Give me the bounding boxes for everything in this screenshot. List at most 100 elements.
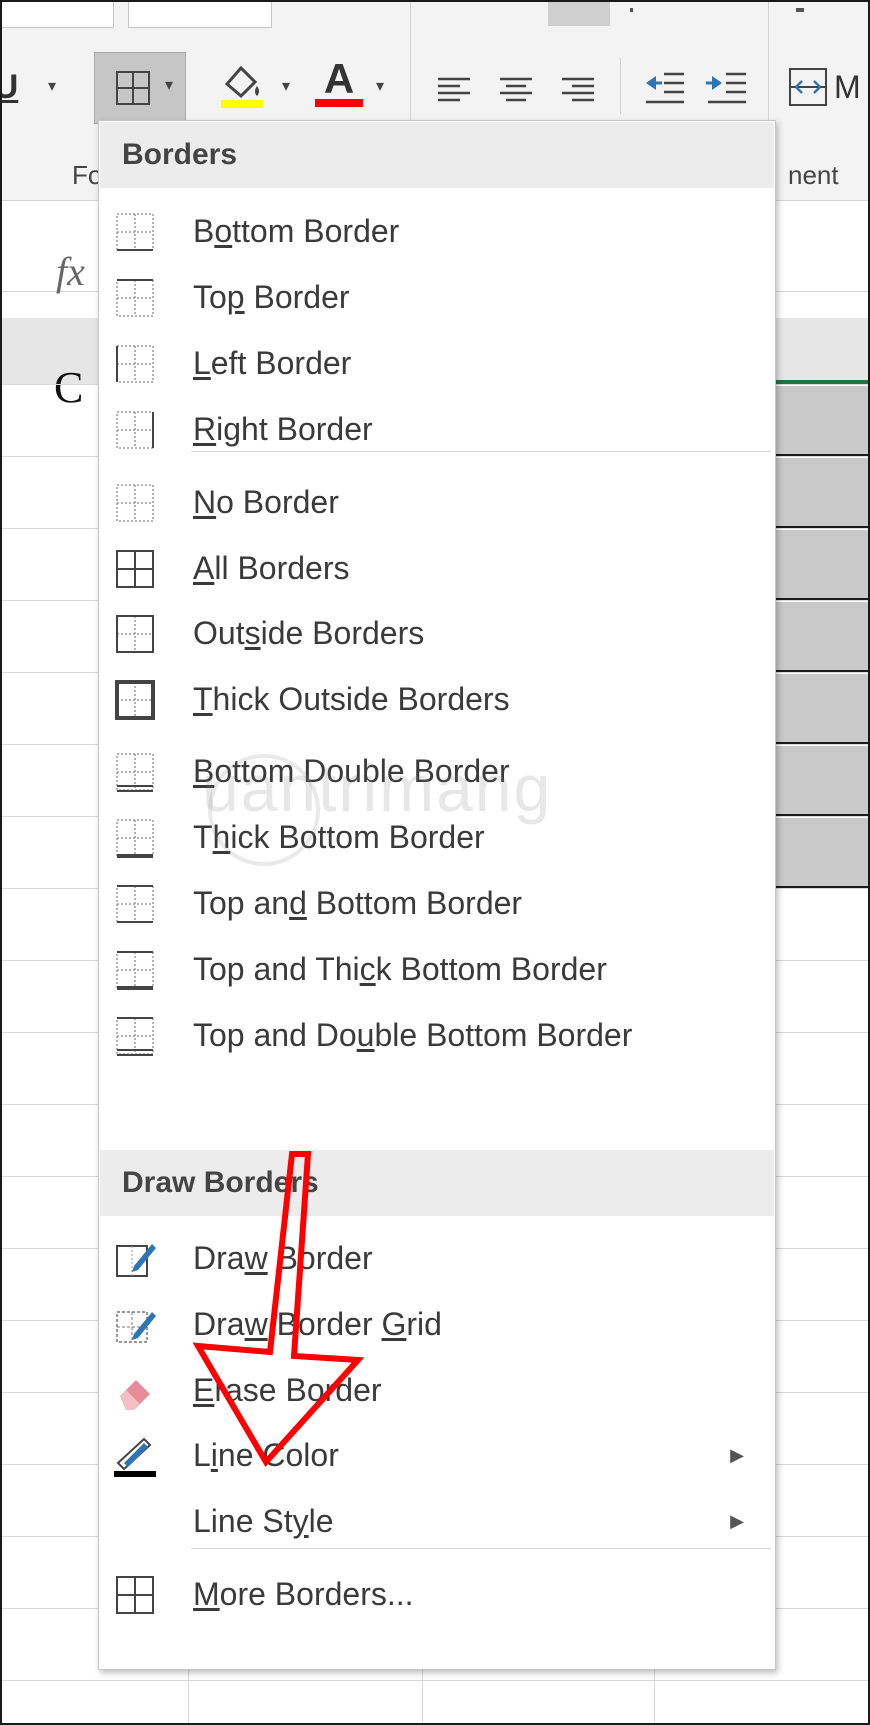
menu-item-top-and-bottom-border[interactable]: Top and Bottom Border xyxy=(100,867,774,939)
selected-cell[interactable] xyxy=(772,602,868,672)
align-center-button[interactable] xyxy=(496,68,536,108)
menu-item-label: Top Border xyxy=(193,278,350,315)
insert-function-button[interactable]: fx xyxy=(56,248,85,295)
menu-item-label: Thick Outside Borders xyxy=(193,680,510,717)
merge-icon xyxy=(789,68,827,106)
menu-item-label: Line Color xyxy=(193,1436,339,1473)
outside-borders-icon xyxy=(116,615,154,653)
no-border-icon xyxy=(116,484,154,522)
bottom-border-icon xyxy=(116,213,154,251)
borders-dropdown-menu: Borders Bottom Border Top Border Left Bord… xyxy=(98,120,776,1670)
menu-item-top-and-thick-bottom-border[interactable]: Top and Thick Bottom Border xyxy=(100,933,774,1005)
submenu-arrow-icon: ▶ xyxy=(730,1510,744,1531)
borders-section-header: Borders xyxy=(100,122,774,188)
column-header-c[interactable]: C xyxy=(54,362,83,413)
all-borders-icon xyxy=(116,550,154,588)
font-color-dropdown-icon[interactable]: ▾ xyxy=(376,76,384,96)
align-center-icon xyxy=(500,77,532,102)
menu-item-label: Draw Border xyxy=(193,1239,373,1276)
watermark-text: uantrimang xyxy=(202,751,553,825)
borders-icon xyxy=(116,71,150,105)
top-and-bottom-border-icon xyxy=(116,885,154,923)
align-left-button[interactable] xyxy=(434,68,474,108)
menu-item-label: Draw Border Grid xyxy=(193,1305,442,1342)
left-border-icon xyxy=(116,345,154,383)
menu-item-label: Right Border xyxy=(193,410,373,447)
underline-button[interactable]: U xyxy=(2,64,32,110)
underline-dropdown-icon[interactable]: ▾ xyxy=(48,76,56,96)
draw-border-icon xyxy=(116,1244,156,1277)
borders-button[interactable]: ▾ xyxy=(94,52,186,124)
menu-item-eraser[interactable]: Erase Border xyxy=(100,1354,774,1426)
ribbon-separator xyxy=(620,58,621,114)
font-name-box[interactable] xyxy=(2,2,114,28)
menu-item-label: All Borders xyxy=(193,549,350,586)
menu-item-left-border[interactable]: Left Border xyxy=(100,327,774,399)
selected-cell[interactable] xyxy=(772,530,868,600)
menu-item-top-border[interactable]: Top Border xyxy=(100,261,774,333)
right-border-icon xyxy=(116,411,154,449)
font-color-button[interactable]: A xyxy=(314,56,364,110)
align-right-icon xyxy=(562,77,594,102)
top-and-thick-bottom-border-icon xyxy=(116,951,154,990)
ribbon-mark xyxy=(796,8,804,12)
eraser-icon xyxy=(120,1380,150,1410)
menu-item-label: Top and Thick Bottom Border xyxy=(193,950,607,987)
menu-item-label: No Border xyxy=(193,483,339,520)
ribbon-mark xyxy=(630,8,633,12)
menu-item-label: More Borders... xyxy=(193,1575,414,1612)
merge-button[interactable]: M xyxy=(788,62,868,112)
menu-item-right-border[interactable]: Right Border xyxy=(100,393,774,465)
menu-item-top-and-double-bottom-border[interactable]: Top and Double Bottom Border xyxy=(100,999,774,1071)
top-border-icon xyxy=(116,279,154,317)
menu-item-line-color[interactable]: Line Color ▶ xyxy=(100,1419,774,1491)
thick-bottom-border-icon xyxy=(116,819,154,858)
draw-border-grid-icon xyxy=(116,1311,156,1343)
selected-cell[interactable] xyxy=(772,386,868,456)
grid-row-line xyxy=(2,1680,868,1681)
menu-item-outside-borders[interactable]: Outside Borders xyxy=(100,597,774,669)
excel-window: U ▾ ▾ ▾ A ▾ xyxy=(0,0,870,1725)
selected-cell[interactable] xyxy=(772,458,868,528)
font-size-box[interactable] xyxy=(128,2,272,28)
selected-cell[interactable] xyxy=(772,674,868,744)
selected-cell[interactable] xyxy=(772,746,868,816)
increase-indent-icon xyxy=(706,72,746,104)
top-and-double-bottom-border-icon xyxy=(116,1017,154,1056)
menu-item-label: Top and Double Bottom Border xyxy=(193,1016,633,1053)
borders-dropdown-icon: ▾ xyxy=(164,77,173,94)
menu-item-all-borders[interactable]: All Borders xyxy=(100,532,774,604)
decrease-indent-button[interactable] xyxy=(640,66,688,110)
bottom-double-border-icon xyxy=(116,753,154,792)
fill-color-icon xyxy=(221,65,263,108)
align-right-button[interactable] xyxy=(558,68,598,108)
menu-item-thick-outside-borders[interactable]: Thick Outside Borders xyxy=(100,663,774,735)
font-color-icon: A xyxy=(323,55,355,102)
decrease-indent-icon xyxy=(646,72,684,104)
line-color-icon xyxy=(114,1437,156,1477)
menu-item-label: Left Border xyxy=(193,344,352,381)
fill-color-button[interactable] xyxy=(216,58,266,110)
menu-item-bottom-border[interactable]: Bottom Border xyxy=(100,195,774,267)
selected-cell[interactable] xyxy=(772,818,868,888)
submenu-arrow-icon: ▶ xyxy=(730,1444,744,1465)
alignment-group-label: nent xyxy=(788,160,839,190)
menu-item-label: Erase Border xyxy=(193,1371,382,1408)
merge-label: M xyxy=(834,68,861,105)
fill-color-dropdown-icon[interactable]: ▾ xyxy=(282,76,290,96)
underline-icon: U xyxy=(2,68,18,107)
menu-item-draw-border[interactable]: Draw Border xyxy=(100,1222,774,1294)
menu-item-line-style[interactable]: Line Style ▶ xyxy=(100,1485,774,1557)
menu-item-label: Bottom Border xyxy=(193,212,400,249)
menu-separator xyxy=(191,1548,771,1549)
menu-separator xyxy=(191,451,771,452)
thick-outside-borders-icon xyxy=(115,680,155,720)
menu-item-label: Top and Bottom Border xyxy=(193,884,523,921)
menu-item-no-border[interactable]: No Border xyxy=(100,466,774,538)
increase-indent-button[interactable] xyxy=(702,66,750,110)
more-borders-icon xyxy=(116,1576,154,1614)
menu-item-draw-border-grid[interactable]: Draw Border Grid xyxy=(100,1288,774,1360)
menu-item-label: Outside Borders xyxy=(193,614,425,651)
menu-item-more-borders[interactable]: More Borders... xyxy=(100,1558,774,1630)
font-color-swatch xyxy=(315,99,363,107)
